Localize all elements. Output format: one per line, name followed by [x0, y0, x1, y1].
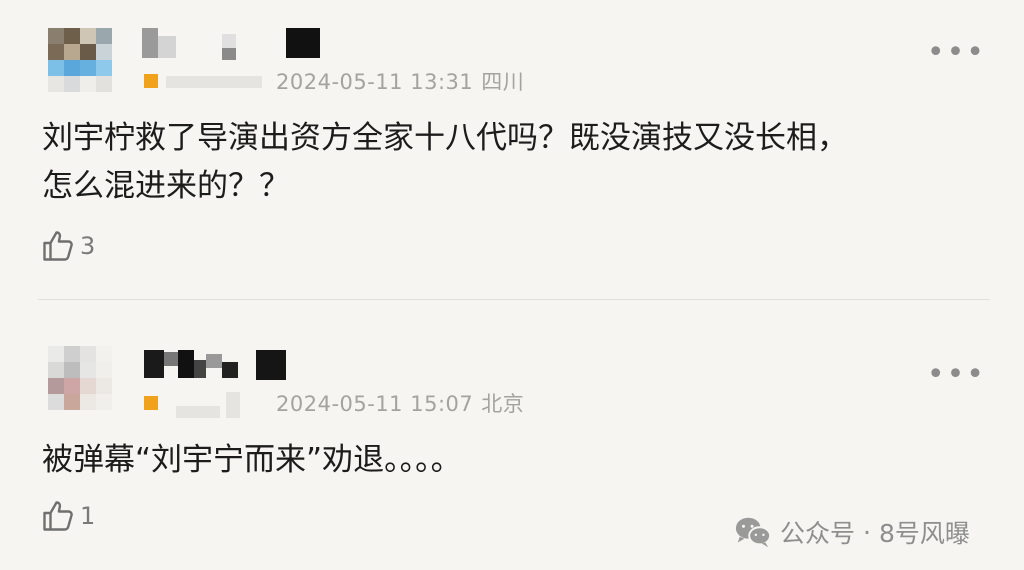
level-badge — [144, 74, 158, 88]
comment-meta: 2024-05-11 15:07 北京 — [276, 388, 524, 418]
more-dots-icon[interactable]: ••• — [927, 360, 986, 390]
comment-text: 刘宇柠救了导演出资方全家十八代吗？既没演技又没长相， 怎么混进来的？？ — [42, 114, 1002, 210]
watermark-platform: 公众号 — [780, 519, 856, 548]
redacted-mark — [166, 76, 262, 88]
thumbs-up-icon — [43, 501, 73, 531]
comment-text: 被弹幕“刘宇宁而来”劝退。。。。 — [42, 436, 1002, 484]
watermark-separator: · — [863, 517, 871, 547]
watermark-account: 8号风曝 — [878, 519, 970, 548]
comment-meta: 2024-05-11 13:31 四川 — [276, 66, 524, 96]
comment-text-line: 怎么混进来的？？ — [42, 168, 290, 204]
comment-timestamp: 2024-05-11 13:31 — [276, 70, 474, 94]
wechat-icon — [735, 517, 772, 548]
redacted-mark — [226, 392, 240, 418]
redacted-mark — [176, 406, 220, 418]
more-dots-icon[interactable]: ••• — [927, 38, 986, 68]
like-button[interactable]: 3 — [40, 228, 95, 264]
comment-location: 北京 — [481, 392, 525, 416]
comment-timestamp: 2024-05-11 15:07 — [276, 392, 474, 416]
watermark: 公众号 · 8号风曝 — [734, 514, 970, 550]
comment-item: 2024-05-11 13:31 四川 ••• 刘宇柠救了导演出资方全家十八代吗？… — [0, 0, 1024, 300]
like-count: 3 — [80, 232, 96, 260]
comment-item: 2024-05-11 15:07 北京 ••• 被弹幕“刘宇宁而来”劝退。。。。 … — [0, 302, 1024, 570]
like-count: 1 — [80, 502, 96, 530]
avatar[interactable] — [48, 28, 112, 92]
avatar[interactable] — [48, 346, 112, 410]
divider — [38, 299, 990, 300]
like-button[interactable]: 1 — [40, 498, 95, 534]
comment-text-line: 刘宇柠救了导演出资方全家十八代吗？既没演技又没长相， — [42, 120, 848, 156]
comment-location: 四川 — [481, 70, 525, 94]
level-badge — [144, 396, 158, 410]
thumbs-up-icon — [43, 231, 73, 261]
comment-text-line: 被弹幕“刘宇宁而来”劝退。。。。 — [42, 442, 462, 478]
